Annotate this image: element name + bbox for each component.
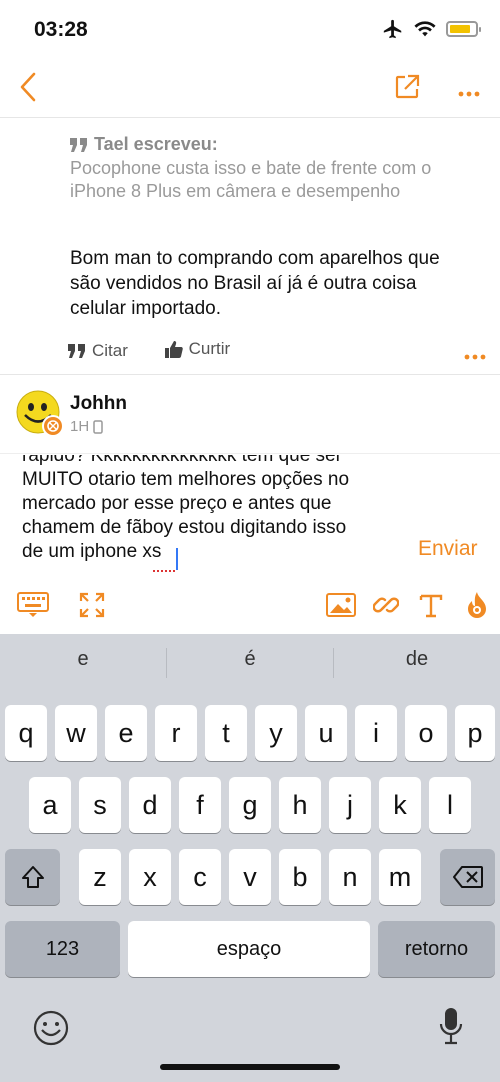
keyboard-icon <box>17 592 49 617</box>
key-u[interactable]: u <box>305 705 347 761</box>
user-meta: 1H <box>70 418 103 435</box>
key-l[interactable]: l <box>429 777 471 833</box>
fire-emoji-icon <box>468 592 486 618</box>
key-b[interactable]: b <box>279 849 321 905</box>
text-format-button[interactable] <box>414 588 448 622</box>
thumbs-up-icon <box>164 340 183 358</box>
post-divider <box>0 374 500 375</box>
image-button[interactable] <box>324 588 358 622</box>
key-h[interactable]: h <box>279 777 321 833</box>
key-e[interactable]: e <box>105 705 147 761</box>
compose-divider <box>0 453 500 454</box>
more-icon <box>458 91 480 97</box>
text-format-icon <box>419 594 443 618</box>
key-m[interactable]: m <box>379 849 421 905</box>
return-key[interactable]: retorno <box>378 921 495 977</box>
key-f[interactable]: f <box>179 777 221 833</box>
more-button[interactable] <box>458 84 480 102</box>
home-indicator <box>160 1064 340 1070</box>
key-j[interactable]: j <box>329 777 371 833</box>
emoji-button[interactable] <box>460 588 494 622</box>
key-z[interactable]: z <box>79 849 121 905</box>
spellcheck-underline <box>153 567 175 572</box>
time-ago: 1H <box>70 418 90 435</box>
share-icon <box>395 74 420 99</box>
reply-text-area[interactable]: rapido? Kkkkkkkkkkkkkkk tem que ser MUIT… <box>22 455 407 573</box>
key-t[interactable]: t <box>205 705 247 761</box>
key-y[interactable]: y <box>255 705 297 761</box>
phone-icon <box>93 419 103 434</box>
chevron-left-icon <box>20 72 36 102</box>
key-p[interactable]: p <box>455 705 495 761</box>
quote-button-label: Citar <box>92 340 128 360</box>
quote-icon <box>70 137 87 152</box>
key-c[interactable]: c <box>179 849 221 905</box>
key-g[interactable]: g <box>229 777 271 833</box>
post-more-button[interactable] <box>464 345 486 365</box>
delete-key[interactable] <box>440 849 495 905</box>
key-q[interactable]: q <box>5 705 47 761</box>
avatar[interactable] <box>16 390 64 438</box>
key-x[interactable]: x <box>129 849 171 905</box>
send-button[interactable]: Enviar <box>418 537 478 561</box>
link-icon <box>373 597 399 613</box>
status-icons <box>382 18 481 40</box>
reply-text: rapido? Kkkkkkkkkkkkkkk tem que ser MUIT… <box>22 455 350 562</box>
back-button[interactable] <box>18 72 38 107</box>
post-body: Bom man to comprando com aparelhos que s… <box>70 248 440 319</box>
emoji-icon <box>33 1010 69 1046</box>
quote-text: Pocophone custa isso e bate de frente co… <box>70 158 432 201</box>
key-a[interactable]: a <box>29 777 71 833</box>
share-button[interactable] <box>394 74 420 105</box>
numbers-key[interactable]: 123 <box>5 921 120 977</box>
wifi-icon <box>414 21 436 37</box>
key-d[interactable]: d <box>129 777 171 833</box>
key-w[interactable]: w <box>55 705 97 761</box>
link-button[interactable] <box>369 588 403 622</box>
key-k[interactable]: k <box>379 777 421 833</box>
expand-icon <box>79 592 105 618</box>
text-cursor <box>176 548 178 570</box>
dictation-button[interactable] <box>438 1006 464 1051</box>
battery-icon <box>446 21 481 37</box>
compose-toolbar <box>0 588 500 624</box>
smiley-avatar-icon <box>16 390 64 437</box>
microphone-icon <box>439 1008 463 1045</box>
more-icon <box>464 354 486 360</box>
key-n[interactable]: n <box>329 849 371 905</box>
suggestion-3[interactable]: de <box>334 648 500 671</box>
quote-author: Tael escreveu: <box>70 134 450 155</box>
quote-button[interactable]: Citar <box>68 341 128 361</box>
quote-author-text: Tael escreveu: <box>94 134 218 154</box>
like-button-label: Curtir <box>188 339 231 358</box>
image-icon <box>326 593 356 617</box>
shift-icon <box>21 866 44 888</box>
backspace-icon <box>452 866 483 888</box>
quote-icon <box>68 343 85 358</box>
key-r[interactable]: r <box>155 705 197 761</box>
status-time: 03:28 <box>34 18 88 41</box>
shift-key[interactable] <box>5 849 60 905</box>
airplane-icon <box>383 19 402 39</box>
key-s[interactable]: s <box>79 777 121 833</box>
key-v[interactable]: v <box>229 849 271 905</box>
expand-button[interactable] <box>75 588 109 622</box>
key-i[interactable]: i <box>355 705 397 761</box>
post-actions: Citar Curtir <box>68 339 488 361</box>
quote-block: Tael escreveu: Pocophone custa isso e ba… <box>70 134 450 203</box>
key-o[interactable]: o <box>405 705 447 761</box>
space-key[interactable]: espaço <box>128 921 370 977</box>
keyboard: e é de q w e r t y u i o p a s d f g h j… <box>0 634 500 1082</box>
user-name: Johhn <box>70 393 127 414</box>
nav-divider <box>0 117 500 118</box>
emoji-keyboard-button[interactable] <box>33 1010 69 1051</box>
suggestion-2[interactable]: é <box>167 648 333 671</box>
suggestion-1[interactable]: e <box>0 648 166 671</box>
like-button[interactable]: Curtir <box>164 339 231 359</box>
keyboard-toggle-button[interactable] <box>16 588 50 622</box>
